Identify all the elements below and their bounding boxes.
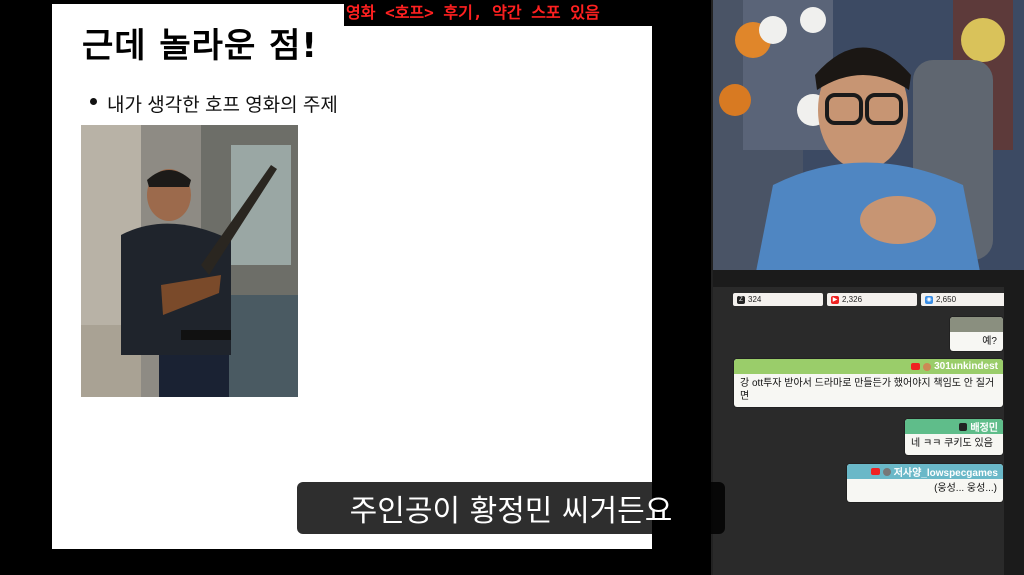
slide-bullet: 내가 생각한 호프 영화의 주제 [90, 90, 338, 117]
viewer-icon: ◉ [925, 295, 933, 304]
youtube-icon: ▶ [831, 295, 839, 304]
chat-text: 네 ㅋㅋ 쿠키도 있음 [911, 438, 993, 449]
chzzk-icon: Z [737, 295, 745, 304]
slide-title: 근데 놀라운 점! [82, 26, 318, 66]
stat-youtube-value: 2,326 [842, 295, 863, 304]
video-subtitle: 주인공이 황정민 씨거든요 [297, 482, 725, 534]
chat-panel: Z 324 ▶ 2,326 ◉ 2,650 예? 301unkindest 강 ott… [713, 287, 1024, 575]
chzzk-icon [959, 422, 968, 431]
bullet-text: 내가 생각한 호프 영화의 주제 [107, 95, 338, 116]
stat-chzzk-value: 324 [748, 295, 762, 304]
chat-message-header: 저사양_lowspecgames [847, 464, 1003, 479]
chat-text: 예? [982, 336, 997, 347]
chat-text: (웅성... 웅성...) [934, 483, 997, 494]
chat-user: 배정민 [970, 423, 998, 434]
avatar [882, 467, 891, 476]
bullet-dot [90, 98, 97, 106]
webcam-feed [713, 0, 1024, 287]
subtitle-text: 주인공이 황정민 씨거든요 [349, 494, 673, 529]
video-title-text: 영화 <호프> 후기, 약간 스포 있음 [346, 3, 600, 22]
chat-message: 예? [950, 317, 1003, 351]
avatar [923, 362, 932, 371]
stat-total: ◉ 2,650 [921, 293, 1011, 306]
youtube-icon [911, 363, 921, 370]
video-title-banner: 영화 <호프> 후기, 약간 스포 있음 [344, 0, 710, 26]
chat-text: 강 ott투자 받아서 드라마로 만들든가 했어야지 책임도 안 질거면 [740, 378, 995, 402]
movie-still-image [81, 125, 298, 397]
stat-chzzk: Z 324 [733, 293, 823, 306]
chat-message: 저사양_lowspecgames (웅성... 웅성...) [847, 464, 1003, 502]
chat-message-header: 301unkindest [734, 359, 1003, 374]
youtube-icon [870, 468, 880, 475]
chat-message-header: 배정민 [905, 419, 1003, 434]
movie-still-illustration [81, 125, 298, 397]
chat-message-header [950, 317, 1003, 332]
stat-youtube: ▶ 2,326 [827, 293, 917, 306]
viewer-stats: Z 324 ▶ 2,326 ◉ 2,650 [733, 293, 1011, 307]
chat-user: 301unkindest [934, 361, 998, 372]
chat-user: 저사양_lowspecgames [893, 468, 998, 479]
stat-total-value: 2,650 [936, 295, 957, 304]
side-strip [1004, 287, 1024, 575]
chat-message: 배정민 네 ㅋㅋ 쿠키도 있음 [905, 419, 1003, 455]
presentation-slide: 근데 놀라운 점! 내가 생각한 호프 영화의 주제 [52, 4, 652, 549]
chat-message: 301unkindest 강 ott투자 받아서 드라마로 만들든가 했어야지 … [734, 359, 1003, 407]
streamer-webcam-illustration [713, 0, 1024, 287]
